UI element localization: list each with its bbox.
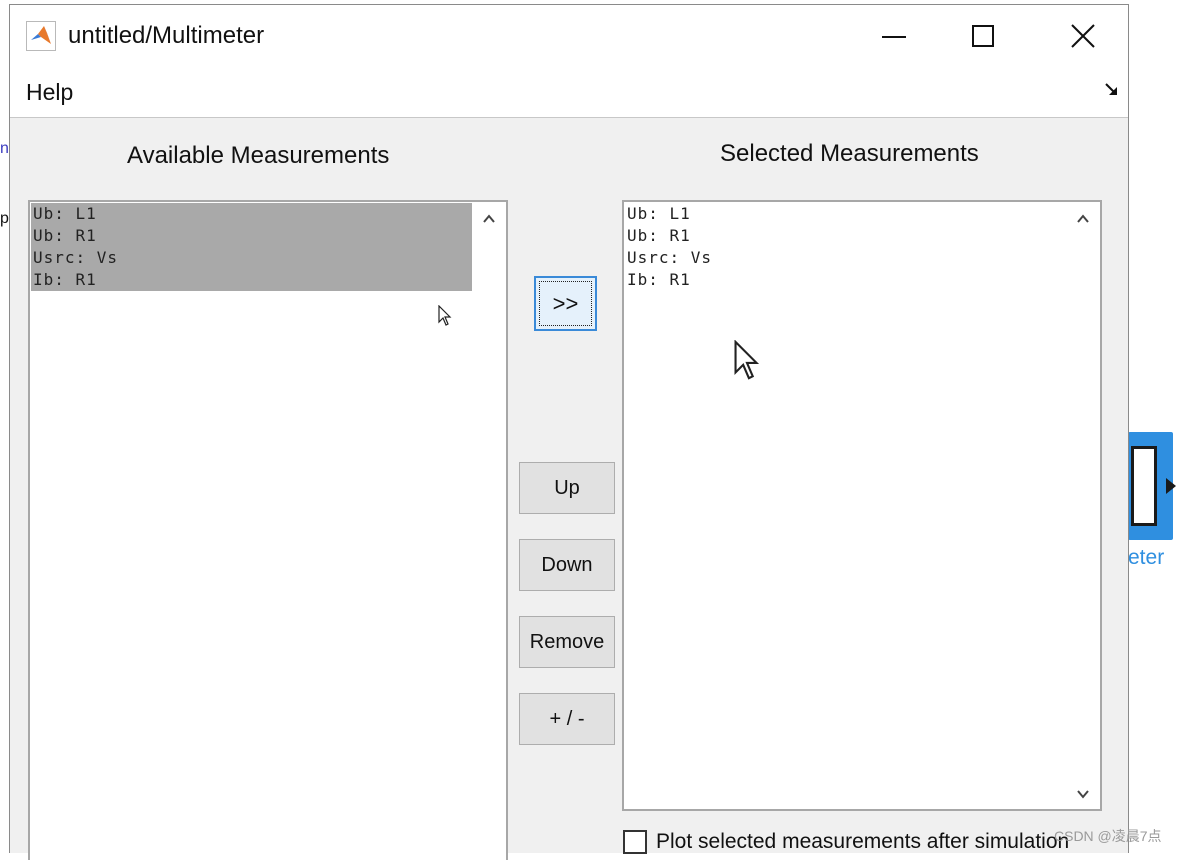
close-icon	[1071, 24, 1095, 48]
remove-button-label: Remove	[529, 631, 605, 653]
maximize-button[interactable]	[962, 15, 1006, 59]
multimeter-block-body	[1131, 446, 1157, 526]
selected-measurements-list[interactable]: Ub: L1 Ub: R1 Usrc: Vs Ib: R1	[622, 200, 1102, 811]
available-measurements-list[interactable]: Ub: L1 Ub: R1 Usrc: Vs Ib: R1	[28, 200, 508, 860]
multimeter-dialog: untitled/Multimeter Help Available Measu…	[9, 4, 1129, 860]
menu-bar: Help	[10, 65, 1128, 118]
sign-toggle-button[interactable]: + / -	[519, 693, 615, 745]
add-button-label: >>	[552, 291, 579, 316]
remove-button[interactable]: Remove	[519, 616, 615, 668]
up-button-label: Up	[554, 477, 580, 499]
list-item[interactable]: Ub: R1	[625, 225, 1067, 247]
minimize-button[interactable]	[872, 15, 916, 59]
output-port-icon	[1166, 478, 1176, 494]
canvas-text-fragment: n	[0, 140, 9, 157]
menu-help[interactable]: Help	[26, 79, 73, 106]
list-item[interactable]: Ub: R1	[31, 225, 473, 247]
minimize-icon	[882, 36, 906, 38]
title-bar: untitled/Multimeter	[10, 5, 1128, 65]
scrollbar[interactable]	[1066, 202, 1100, 809]
mouse-cursor-icon	[438, 305, 452, 326]
scroll-up-icon[interactable]	[1076, 212, 1090, 226]
plot-after-simulation-checkbox[interactable]	[623, 830, 647, 854]
matlab-logo-icon	[26, 21, 56, 51]
watermark: CSDN @凌晨7点	[1054, 828, 1162, 844]
close-button[interactable]	[1060, 15, 1104, 59]
sign-toggle-button-label: + / -	[549, 708, 585, 730]
down-button[interactable]: Down	[519, 539, 615, 591]
scrollbar[interactable]	[472, 202, 506, 860]
list-items: Ub: L1 Ub: R1 Usrc: Vs Ib: R1	[31, 203, 473, 291]
selected-measurements-title: Selected Measurements	[720, 140, 979, 167]
list-item[interactable]: Usrc: Vs	[625, 247, 1067, 269]
list-item[interactable]: Ub: L1	[625, 203, 1067, 225]
mouse-cursor-icon	[734, 340, 760, 380]
list-item[interactable]: Ib: R1	[31, 269, 473, 291]
maximize-icon	[972, 25, 994, 47]
block-label: eter	[1128, 546, 1165, 569]
available-measurements-title: Available Measurements	[127, 142, 390, 169]
canvas-text-fragment: p	[0, 210, 9, 227]
list-item[interactable]: Usrc: Vs	[31, 247, 473, 269]
dock-arrow-icon[interactable]	[1104, 81, 1120, 97]
scroll-down-icon[interactable]	[1076, 787, 1090, 801]
window-title: untitled/Multimeter	[68, 22, 265, 49]
down-button-label: Down	[541, 554, 593, 576]
list-item[interactable]: Ib: R1	[625, 269, 1067, 291]
up-button[interactable]: Up	[519, 462, 615, 514]
plot-after-simulation-label[interactable]: Plot selected measurements after simulat…	[656, 830, 1069, 854]
scroll-up-icon[interactable]	[482, 212, 496, 226]
add-measurement-button[interactable]: >>	[534, 276, 597, 331]
list-item[interactable]: Ub: L1	[31, 203, 473, 225]
list-items: Ub: L1 Ub: R1 Usrc: Vs Ib: R1	[625, 203, 1067, 291]
